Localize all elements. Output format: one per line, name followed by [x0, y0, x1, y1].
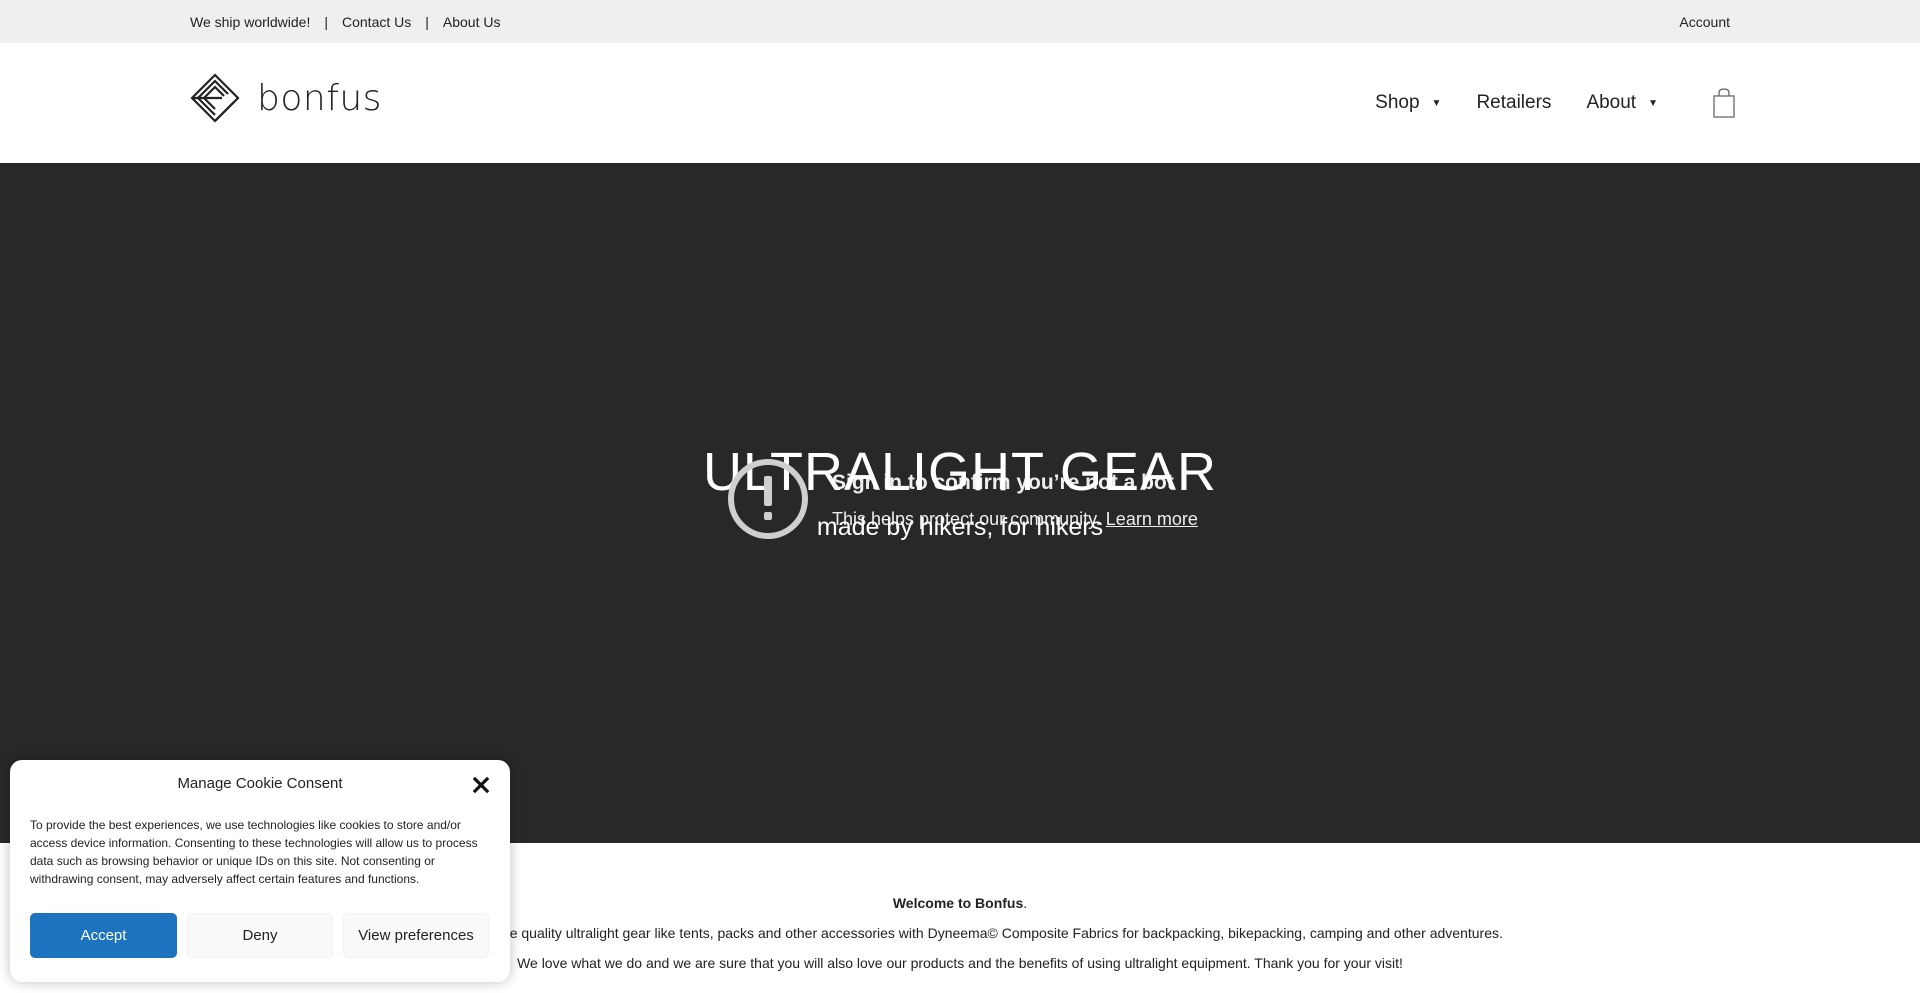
nav-about[interactable]: About ▼ — [1586, 92, 1658, 114]
cookie-title: Manage Cookie Consent — [177, 775, 343, 792]
exclamation-circle-icon — [728, 459, 808, 539]
nav-about-label: About — [1586, 92, 1637, 113]
top-bar-right: Account — [1679, 0, 1730, 43]
top-bar-links: We ship worldwide! | Contact Us | About … — [190, 0, 500, 43]
separator: | — [324, 13, 328, 30]
shopping-bag-icon[interactable] — [1713, 88, 1735, 118]
close-icon[interactable] — [472, 776, 490, 794]
view-preferences-button[interactable]: View preferences — [343, 913, 489, 958]
accept-button[interactable]: Accept — [30, 913, 177, 958]
bot-check-title: Sign in to confirm you’re not a bot — [832, 471, 1174, 494]
bonfus-logo-icon — [190, 73, 240, 123]
cookie-buttons: Accept Deny View preferences — [30, 913, 489, 958]
hero-section: ULTRALIGHT GEAR made by hikers, for hike… — [0, 163, 1920, 843]
nav-shop-label: Shop — [1375, 92, 1420, 113]
nav-retailers[interactable]: Retailers — [1476, 92, 1551, 114]
cookie-text: To provide the best experiences, we use … — [30, 818, 478, 886]
account-link[interactable]: Account — [1679, 14, 1730, 30]
welcome-bold: Welcome to Bonfus — [892, 895, 1024, 911]
contact-us-link[interactable]: Contact Us — [342, 14, 411, 30]
site-header: bonfus Shop ▼ Retailers About ▼ — [0, 43, 1920, 163]
main-nav: Shop ▼ Retailers About ▼ — [1340, 43, 1735, 163]
deny-button[interactable]: Deny — [187, 913, 333, 958]
separator: | — [425, 13, 429, 30]
learn-more-link[interactable]: Learn more — [1106, 509, 1198, 529]
about-us-link[interactable]: About Us — [443, 14, 501, 30]
nav-shop[interactable]: Shop ▼ — [1375, 92, 1441, 114]
caret-down-icon: ▼ — [1431, 97, 1442, 109]
site-logo[interactable]: bonfus — [190, 73, 382, 123]
bot-check-description: This helps protect our community. Learn … — [832, 509, 1198, 530]
nav-retailers-label: Retailers — [1476, 92, 1552, 113]
ship-worldwide-text: We ship worldwide! — [190, 13, 311, 30]
welcome-period: . — [1023, 895, 1028, 911]
bot-check-text: This helps protect our community. — [832, 509, 1101, 529]
cookie-consent-dialog: Manage Cookie Consent To provide the bes… — [10, 760, 510, 982]
logo-text: bonfus — [257, 77, 382, 119]
top-bar: We ship worldwide! | Contact Us | About … — [0, 0, 1920, 43]
caret-down-icon: ▼ — [1648, 97, 1658, 109]
